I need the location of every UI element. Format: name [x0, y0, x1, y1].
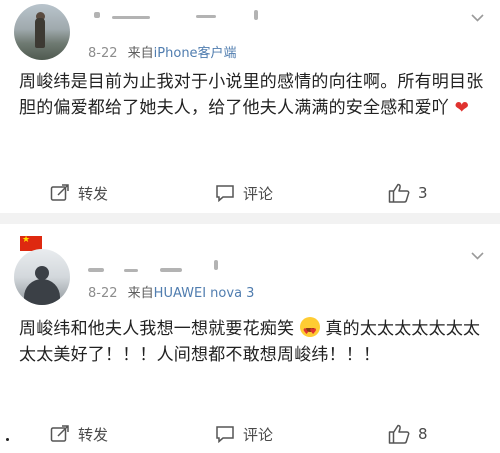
repost-label: 转发	[78, 184, 109, 203]
comment-label: 评论	[243, 184, 274, 203]
chevron-down-icon[interactable]	[471, 14, 484, 22]
repost-button[interactable]: 转发	[50, 419, 108, 449]
avatar[interactable]	[14, 249, 70, 305]
thumbs-up-icon	[388, 183, 410, 203]
like-count: 3	[418, 184, 428, 202]
comment-card-1: 8-22 来自iPhone客户端 周峻纬是目前为止我对于小说里的感情的向往啊。所…	[0, 0, 500, 213]
avatar[interactable]	[14, 4, 70, 60]
source-prefix: 来自	[127, 46, 154, 61]
source-client-link[interactable]: iPhone客户端	[154, 46, 237, 61]
post-meta: 8-22 来自HUAWEI nova 3	[88, 282, 254, 301]
action-bar: 转发 评论 8	[0, 419, 500, 449]
post-text-part1: 周峻纬和他夫人我想一想就要花痴笑	[19, 319, 295, 339]
avatar-silhouette-head	[35, 266, 49, 280]
post-text: 周峻纬是目前为止我对于小说里的感情的向往啊。所有明目张胆的偏爱都给了她夫人，给了…	[19, 72, 484, 118]
repost-icon	[50, 184, 70, 202]
thumbs-up-icon	[388, 424, 410, 444]
repost-icon	[50, 425, 70, 443]
repost-button[interactable]: 转发	[50, 178, 108, 208]
section-divider	[0, 213, 500, 224]
post-content: 周峻纬是目前为止我对于小说里的感情的向往啊。所有明目张胆的偏爱都给了她夫人，给了…	[19, 69, 484, 121]
source-prefix: 来自	[127, 286, 154, 301]
post-date: 8-22	[88, 286, 118, 301]
heart-eyes-emoji-icon	[299, 317, 320, 345]
like-button[interactable]: 3	[388, 178, 428, 208]
stray-dot	[6, 438, 9, 441]
post-meta: 8-22 来自iPhone客户端	[88, 42, 237, 61]
avatar-figure	[35, 18, 45, 48]
post-content: 周峻纬和他夫人我想一想就要花痴笑 真的太太太太太太太太太美好了！！！人间想都不敢…	[19, 316, 484, 368]
action-bar: 转发 评论 3	[0, 178, 500, 208]
comment-button[interactable]: 评论	[215, 178, 273, 208]
post-date: 8-22	[88, 46, 118, 61]
comment-card-2: ★ 8-22 来自HUAWEI nova 3 周峻纬和他夫人我想一想就要花痴笑 …	[0, 224, 500, 453]
avatar-silhouette	[24, 279, 60, 305]
like-button[interactable]: 8	[388, 419, 428, 449]
comment-icon	[215, 184, 235, 202]
comment-label: 评论	[243, 425, 274, 444]
repost-label: 转发	[78, 425, 109, 444]
source-client-link[interactable]: HUAWEI nova 3	[154, 286, 255, 301]
red-heart-icon: ❤	[454, 98, 470, 118]
chevron-down-icon[interactable]	[471, 252, 484, 260]
comment-icon	[215, 425, 235, 443]
like-count: 8	[418, 425, 428, 443]
comment-button[interactable]: 评论	[215, 419, 273, 449]
